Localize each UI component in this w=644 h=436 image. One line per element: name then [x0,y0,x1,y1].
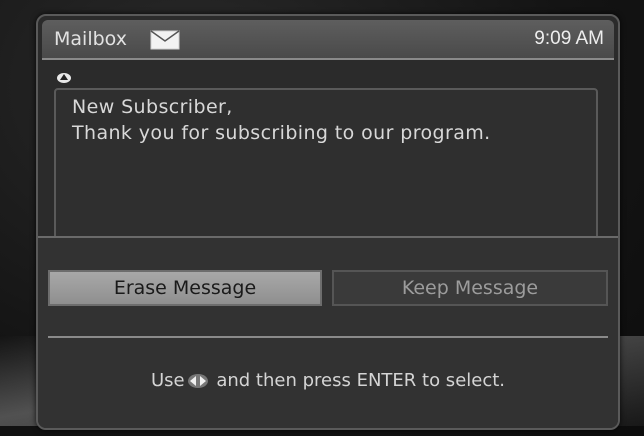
erase-message-button[interactable]: Erase Message [48,270,322,306]
left-right-arrows-icon [187,374,208,388]
action-area: Erase Message Keep Message Use and then … [38,236,618,428]
instruction-prefix: Use [150,370,185,391]
message-line: Thank you for subscribing to our program… [72,122,491,144]
keep-message-button[interactable]: Keep Message [332,270,608,306]
envelope-icon [150,30,180,50]
instruction-text: Use and then press ENTER to select. [38,370,618,391]
clock-time: 9:09 AM [534,28,604,49]
scroll-up-icon[interactable] [56,72,72,84]
mailbox-dialog: Mailbox 9:09 AM New Subscriber, Thank yo… [36,14,620,430]
mailbox-header: Mailbox 9:09 AM [42,20,614,60]
message-body[interactable]: New Subscriber, Thank you for subscribin… [54,88,598,242]
message-line: New Subscriber, [72,96,233,118]
divider [48,336,608,338]
instruction-suffix: and then press ENTER to select. [210,370,506,391]
mailbox-title: Mailbox [54,28,127,50]
